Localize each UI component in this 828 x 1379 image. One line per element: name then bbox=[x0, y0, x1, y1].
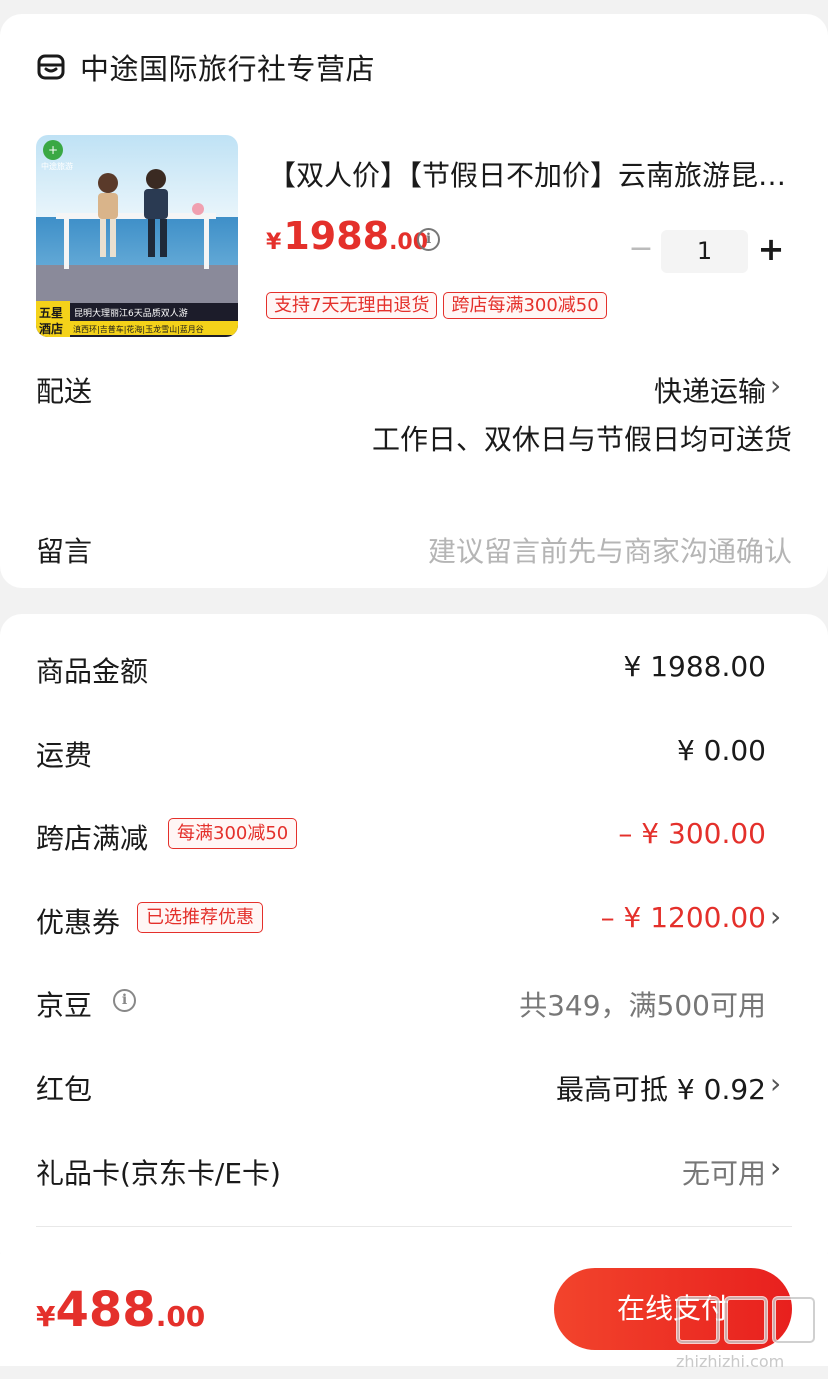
gift-card-value[interactable]: 无可用 bbox=[682, 1152, 766, 1192]
quantity-increase-button[interactable]: + bbox=[754, 233, 788, 268]
watermark-logo bbox=[676, 1296, 816, 1344]
price-currency: ¥ bbox=[266, 230, 282, 255]
divider bbox=[36, 1226, 792, 1227]
red-packet-label: 红包 bbox=[36, 1073, 93, 1106]
shop-row[interactable]: 中途国际旅行社专营店 bbox=[36, 50, 375, 86]
svg-text:+: + bbox=[48, 143, 58, 157]
coupon-value[interactable]: – ¥ 1200.00 bbox=[601, 901, 766, 934]
total-price: ¥ 488 .00 bbox=[36, 1282, 205, 1338]
delivery-label: 配送 bbox=[36, 375, 93, 408]
thumb-logo-text: 中途旅游 bbox=[41, 161, 73, 171]
total-decimal: .00 bbox=[155, 1300, 206, 1333]
shipping-value: ¥ 0.00 bbox=[676, 734, 766, 767]
coupon-chevron-icon[interactable]: › bbox=[770, 903, 792, 933]
price-summary-card: 商品金额 ¥ 1988.00 运费 ¥ 0.00 跨店满减 每满300减50 –… bbox=[0, 614, 828, 1274]
cross-store-discount-value: – ¥ 300.00 bbox=[618, 817, 766, 850]
total-integer: 488 bbox=[55, 1282, 156, 1338]
red-packet-value[interactable]: 最高可抵 ¥ 0.92 bbox=[556, 1068, 766, 1108]
order-card: 中途国际旅行社专营店 + 中途旅游 五星 酒店 昆明大理丽江6天品质双人游 滇西… bbox=[0, 14, 828, 588]
cross-store-discount-badge: 每满300减50 bbox=[168, 818, 298, 849]
total-currency: ¥ bbox=[36, 1300, 56, 1333]
watermark-text: zhizhizhi.com bbox=[676, 1352, 785, 1371]
delivery-method[interactable]: 快递运输 bbox=[654, 370, 766, 410]
goods-amount-label: 商品金额 bbox=[36, 655, 149, 688]
delivery-chevron-icon[interactable]: › bbox=[770, 372, 792, 402]
jd-beans-value: 共349，满500可用 bbox=[519, 989, 766, 1022]
goods-amount-value: ¥ 1988.00 bbox=[623, 650, 766, 683]
price-info-icon[interactable]: i bbox=[417, 228, 440, 251]
thumb-banner-text: 昆明大理丽江6天品质双人游 bbox=[74, 307, 188, 319]
jd-beans-label: 京豆 bbox=[36, 989, 93, 1022]
delivery-note: 工作日、双休日与节假日均可送货 bbox=[371, 423, 792, 456]
thumb-badge-2: 酒店 bbox=[39, 321, 63, 336]
message-label: 留言 bbox=[36, 535, 93, 568]
quantity-decrease-button[interactable]: − bbox=[624, 234, 658, 268]
product-title[interactable]: 【双人价】【节假日不加价】云南旅游昆明大理丽江6天品质双人游 bbox=[268, 154, 792, 194]
promotion-tag: 跨店每满300减50 bbox=[443, 292, 607, 319]
product-image: + 中途旅游 五星 酒店 昆明大理丽江6天品质双人游 滇西环|吉普车|花海|玉龙… bbox=[36, 135, 238, 337]
cross-store-discount-label: 跨店满减 bbox=[36, 822, 149, 855]
message-input[interactable]: 建议留言前先与商家沟通确认 bbox=[428, 530, 792, 570]
thumb-badge-1: 五星 bbox=[39, 306, 63, 320]
product-price: ¥ 1988 .00 bbox=[266, 214, 428, 258]
quantity-input[interactable]: 1 bbox=[661, 230, 748, 273]
jd-beans-info-icon[interactable]: i bbox=[113, 989, 136, 1012]
return-policy-tag: 支持7天无理由退货 bbox=[266, 292, 438, 319]
coupon-badge: 已选推荐优惠 bbox=[137, 902, 263, 933]
price-integer: 1988 bbox=[283, 214, 390, 258]
red-packet-chevron-icon[interactable]: › bbox=[770, 1070, 792, 1100]
product-thumbnail[interactable]: + 中途旅游 五星 酒店 昆明大理丽江6天品质双人游 滇西环|吉普车|花海|玉龙… bbox=[36, 135, 238, 337]
coupon-label: 优惠券 bbox=[36, 906, 121, 939]
shop-name: 中途国际旅行社专营店 bbox=[80, 52, 376, 86]
store-icon bbox=[37, 54, 65, 80]
gift-card-label: 礼品卡(京东卡/E卡) bbox=[36, 1157, 281, 1190]
product-tags: 支持7天无理由退货 跨店每满300减50 bbox=[266, 292, 607, 319]
thumb-footer-text: 滇西环|吉普车|花海|玉龙雪山|蓝月谷 bbox=[73, 324, 204, 334]
gift-card-chevron-icon[interactable]: › bbox=[770, 1154, 792, 1184]
shipping-label: 运费 bbox=[36, 739, 93, 772]
